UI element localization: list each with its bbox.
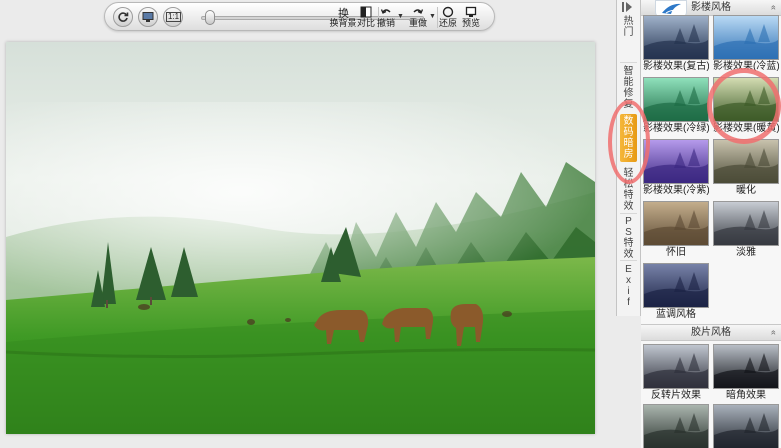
thumbnail-image [714, 405, 778, 448]
effect-thumbnail[interactable]: 淡雅 [713, 201, 779, 260]
actual-size-label: 1:1 [166, 12, 182, 22]
effect-caption: 影楼效果(冷紫) [643, 185, 709, 196]
effect-thumbnail[interactable]: 影楼效果(冷绿) [643, 77, 709, 136]
effect-thumbnail[interactable]: 影楼效果(暖黄) [713, 77, 779, 136]
effect-caption: 暗角效果 [726, 390, 766, 401]
restore-icon [442, 6, 454, 18]
effect-preview [713, 404, 779, 448]
thumbnail-image [714, 202, 778, 245]
tab-smart-repair[interactable]: 智 能 修 复 [617, 66, 640, 110]
preview-icon [465, 6, 477, 17]
effect-thumbnail[interactable]: 暖化 [713, 139, 779, 198]
effect-preview [643, 15, 709, 60]
rotate-icon [118, 12, 129, 22]
undo-button[interactable]: 撤销 [375, 5, 397, 30]
photo-canvas[interactable] [6, 42, 595, 434]
thumbnail-image [714, 140, 778, 183]
fit-screen-button[interactable] [138, 7, 158, 27]
section-header-film-style[interactable]: 胶片风格 « [641, 324, 781, 341]
top-toolbar: 1:1 换 换背景 对比 撤销 ▼ 重做 ▼ 还原 预览 [104, 2, 495, 31]
effect-preview [713, 139, 779, 184]
effect-caption: 反转片效果 [651, 390, 701, 401]
monitor-icon [142, 12, 154, 22]
effect-preview [713, 344, 779, 389]
effect-caption: 影楼效果(冷绿) [643, 123, 709, 134]
collapse-panel-icon[interactable] [622, 2, 634, 12]
redo-icon [413, 9, 424, 14]
effect-caption: 淡雅 [736, 247, 756, 258]
collapse-section-icon[interactable]: « [766, 5, 781, 10]
landscape-photo [6, 42, 595, 434]
section-title-film: 胶片风格 [691, 327, 731, 338]
effect-preview [643, 263, 709, 308]
swap-background-icon: 换 [338, 6, 349, 18]
effect-thumbnail[interactable]: 蓝调风格 [643, 263, 709, 322]
effect-preview [643, 77, 709, 122]
effect-caption: 暖化 [736, 185, 756, 196]
thumbnail-image [714, 345, 778, 388]
thumbnail-image [644, 140, 708, 183]
effects-panel: 影楼风格 « 影楼效果(复古) 影楼效果(冷蓝) 影楼效果(冷绿) 影楼效果(暖黄) 影… [641, 0, 781, 448]
thumbnail-image [644, 202, 708, 245]
thumbnail-image [714, 16, 778, 59]
effect-thumbnail[interactable]: 影楼效果(冷紫) [643, 139, 709, 198]
tab-exif[interactable]: E x i f [617, 264, 640, 308]
effect-thumbnail[interactable]: 反转片效果 [643, 344, 709, 403]
effect-thumbnail[interactable]: 影楼效果(冷蓝) [713, 15, 779, 74]
effect-preview [643, 344, 709, 389]
effect-preview [643, 404, 709, 448]
actual-size-button[interactable]: 1:1 [163, 7, 183, 27]
section-title-studio: 影楼风格 [691, 2, 731, 13]
effect-caption: 影楼效果(暖黄) [713, 123, 779, 134]
effect-preview [713, 77, 779, 122]
preview-button[interactable]: 预览 [460, 5, 482, 30]
collapse-section-icon[interactable]: « [766, 330, 781, 335]
effect-caption: 影楼效果(复古) [643, 61, 709, 72]
compare-icon [360, 6, 372, 18]
undo-icon [380, 9, 391, 14]
effect-thumbnail[interactable]: 怀旧 [643, 201, 709, 260]
thumbnail-image [644, 264, 708, 307]
category-tab-strip: 热 门 智 能 修 复 数 码 暗 房 轻 松 特 效 P S 特 效 E x … [616, 0, 641, 316]
tab-easy-effects[interactable]: 轻 松 特 效 [617, 168, 640, 212]
effect-preview [713, 15, 779, 60]
rotate-button[interactable] [113, 7, 133, 27]
thumbnail-image [644, 16, 708, 59]
preview-label: 预览 [461, 18, 480, 28]
thumbnail-image [644, 78, 708, 121]
effect-preview [713, 201, 779, 246]
tab-digital-darkroom[interactable]: 数 码 暗 房 [620, 114, 637, 162]
svg-text:换: 换 [338, 6, 349, 18]
tab-ps-effects[interactable]: P S 特 效 [617, 216, 640, 260]
effect-preview [643, 201, 709, 246]
effect-preview [643, 139, 709, 184]
thumbnail-image [714, 78, 778, 121]
effect-caption: 影楼效果(冷蓝) [713, 61, 779, 72]
effect-thumbnail[interactable] [643, 404, 709, 448]
thumbnail-image [644, 405, 708, 448]
effect-thumbnail[interactable] [713, 404, 779, 448]
tab-hot[interactable]: 热 门 [617, 16, 640, 38]
zoom-slider-knob[interactable] [204, 10, 215, 25]
effect-thumbnail[interactable]: 影楼效果(复古) [643, 15, 709, 74]
thumbnail-image [644, 345, 708, 388]
effect-caption: 蓝调风格 [656, 309, 696, 320]
effect-thumbnail[interactable]: 暗角效果 [713, 344, 779, 403]
effect-caption: 怀旧 [666, 247, 686, 258]
redo-button[interactable]: 重做 [407, 5, 429, 30]
